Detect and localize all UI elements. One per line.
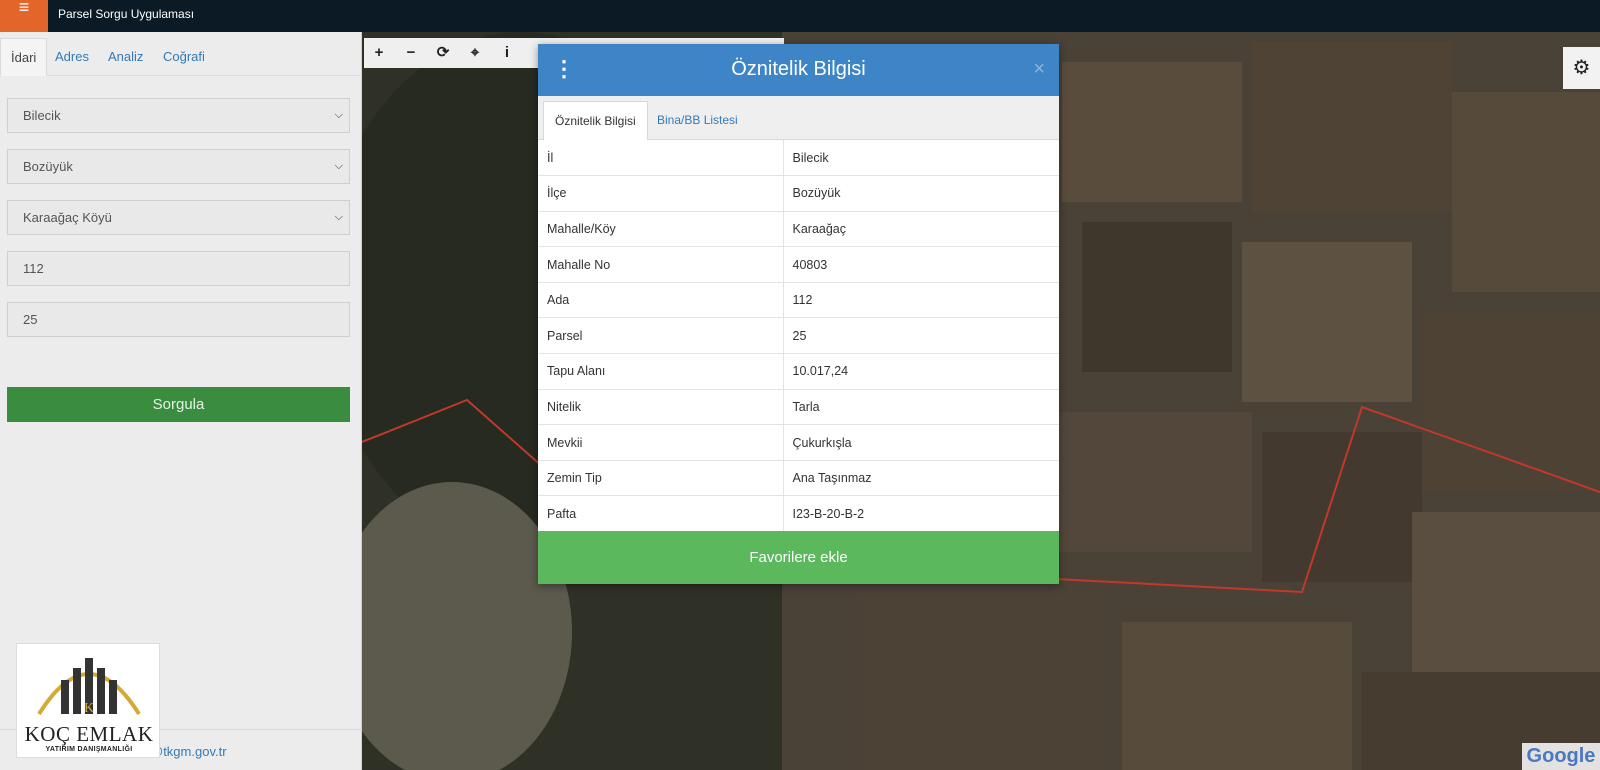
footer-email-link[interactable]: @tkgm.gov.tr bbox=[150, 744, 227, 759]
hamburger-icon[interactable]: ≡ bbox=[0, 0, 48, 32]
logo-letter: K bbox=[84, 701, 94, 716]
query-button[interactable]: Sorgula bbox=[7, 387, 350, 422]
attr-value: Ana Taşınmaz bbox=[783, 460, 1059, 497]
logo-name: KOÇ EMLAK bbox=[24, 722, 154, 746]
tab-cografi[interactable]: Coğrafi bbox=[163, 38, 205, 76]
parsel-input-value: 25 bbox=[23, 312, 38, 327]
sidebar-tabs: İdari Adres Analiz Coğrafi bbox=[0, 38, 362, 76]
table-row: Mahalle/Köy Karaağaç bbox=[538, 211, 1059, 248]
ada-input[interactable]: 112 bbox=[7, 251, 350, 286]
table-row: Tapu Alanı 10.017,24 bbox=[538, 353, 1059, 390]
table-row: Nitelik Tarla bbox=[538, 389, 1059, 426]
info-icon[interactable]: i bbox=[492, 38, 522, 68]
table-row: Zemin Tip Ana Taşınmaz bbox=[538, 460, 1059, 497]
attr-key: İlçe bbox=[538, 175, 784, 212]
add-favorite-button[interactable]: Favorilere ekle bbox=[538, 531, 1059, 584]
il-select[interactable]: Bilecik ⌵ bbox=[7, 98, 350, 133]
attribute-table: İl Bilecik İlçe Bozüyük Mahalle/Köy Karaağa… bbox=[538, 140, 1059, 533]
attr-value: Karaağaç bbox=[783, 211, 1059, 248]
google-logo: Google bbox=[1522, 743, 1600, 770]
chevron-down-icon: ⌵ bbox=[334, 211, 343, 223]
attr-key: Mahalle/Köy bbox=[538, 211, 784, 248]
attr-value: 40803 bbox=[783, 246, 1059, 283]
table-row: İl Bilecik bbox=[538, 140, 1059, 177]
ada-input-value: 112 bbox=[23, 261, 44, 276]
dialog-header: ⋮ Öznitelik Bilgisi × bbox=[538, 44, 1059, 96]
table-row: Mahalle No 40803 bbox=[538, 246, 1059, 283]
ilce-select[interactable]: Bozüyük ⌵ bbox=[7, 149, 350, 184]
logo-emblem: K bbox=[37, 658, 141, 716]
logo-subtitle: YATIRIM DANIŞMANLIĞI bbox=[45, 746, 133, 753]
attr-value: Çukurkışla bbox=[783, 424, 1059, 461]
top-bar: ≡ Parsel Sorgu Uygulaması bbox=[0, 0, 1600, 32]
zoom-in-icon[interactable]: + bbox=[364, 38, 394, 68]
attr-value: 25 bbox=[783, 317, 1059, 355]
table-row: Parsel 25 bbox=[538, 317, 1059, 355]
chevron-down-icon: ⌵ bbox=[334, 160, 343, 172]
attr-key: Mahalle No bbox=[538, 246, 784, 283]
attr-key: İl bbox=[538, 140, 784, 177]
mahalle-select-value: Karaağaç Köyü bbox=[23, 210, 112, 225]
tab-oznitelik[interactable]: Öznitelik Bilgisi bbox=[543, 101, 648, 140]
gear-icon[interactable]: ⚙ bbox=[1563, 47, 1600, 89]
il-select-value: Bilecik bbox=[23, 108, 61, 123]
attr-key: Tapu Alanı bbox=[538, 353, 784, 390]
dialog-title: Öznitelik Bilgisi bbox=[731, 58, 866, 80]
table-row: İlçe Bozüyük bbox=[538, 175, 1059, 212]
dialog-tabs: Öznitelik Bilgisi Bina/BB Listesi bbox=[538, 96, 1059, 140]
tab-adres[interactable]: Adres bbox=[55, 38, 89, 76]
mahalle-select[interactable]: Karaağaç Köyü ⌵ bbox=[7, 200, 350, 235]
attr-key: Pafta bbox=[538, 495, 784, 533]
app-title: Parsel Sorgu Uygulaması bbox=[58, 7, 195, 21]
attr-key: Nitelik bbox=[538, 389, 784, 426]
table-row: Pafta I23-B-20-B-2 bbox=[538, 495, 1059, 533]
locate-icon[interactable]: ⌖ bbox=[460, 38, 490, 68]
refresh-icon[interactable]: ⟳ bbox=[428, 38, 458, 68]
attr-value: Tarla bbox=[783, 389, 1059, 426]
koc-emlak-logo: K KOÇ EMLAK YATIRIM DANIŞMANLIĞI bbox=[16, 643, 160, 758]
attr-value: Bozüyük bbox=[783, 175, 1059, 212]
attr-key: Mevkii bbox=[538, 424, 784, 461]
attr-value: 112 bbox=[783, 282, 1059, 319]
attr-value: I23-B-20-B-2 bbox=[783, 495, 1059, 533]
zoom-out-icon[interactable]: − bbox=[396, 38, 426, 68]
attr-value: Bilecik bbox=[783, 140, 1059, 177]
ilce-select-value: Bozüyük bbox=[23, 159, 73, 174]
tab-analiz[interactable]: Analiz bbox=[108, 38, 143, 76]
table-row: Ada 112 bbox=[538, 282, 1059, 319]
tab-idari[interactable]: İdari bbox=[0, 38, 48, 76]
tab-bina-listesi[interactable]: Bina/BB Listesi bbox=[646, 101, 749, 140]
table-row: Mevkii Çukurkışla bbox=[538, 424, 1059, 461]
attr-value: 10.017,24 bbox=[783, 353, 1059, 390]
attribute-dialog: ⋮ Öznitelik Bilgisi × Öznitelik Bilgisi … bbox=[538, 44, 1059, 584]
close-icon[interactable]: × bbox=[1033, 58, 1045, 81]
attr-key: Ada bbox=[538, 282, 784, 319]
attr-key: Parsel bbox=[538, 317, 784, 355]
parsel-input[interactable]: 25 bbox=[7, 302, 350, 337]
chevron-down-icon: ⌵ bbox=[334, 109, 343, 121]
attr-key: Zemin Tip bbox=[538, 460, 784, 497]
